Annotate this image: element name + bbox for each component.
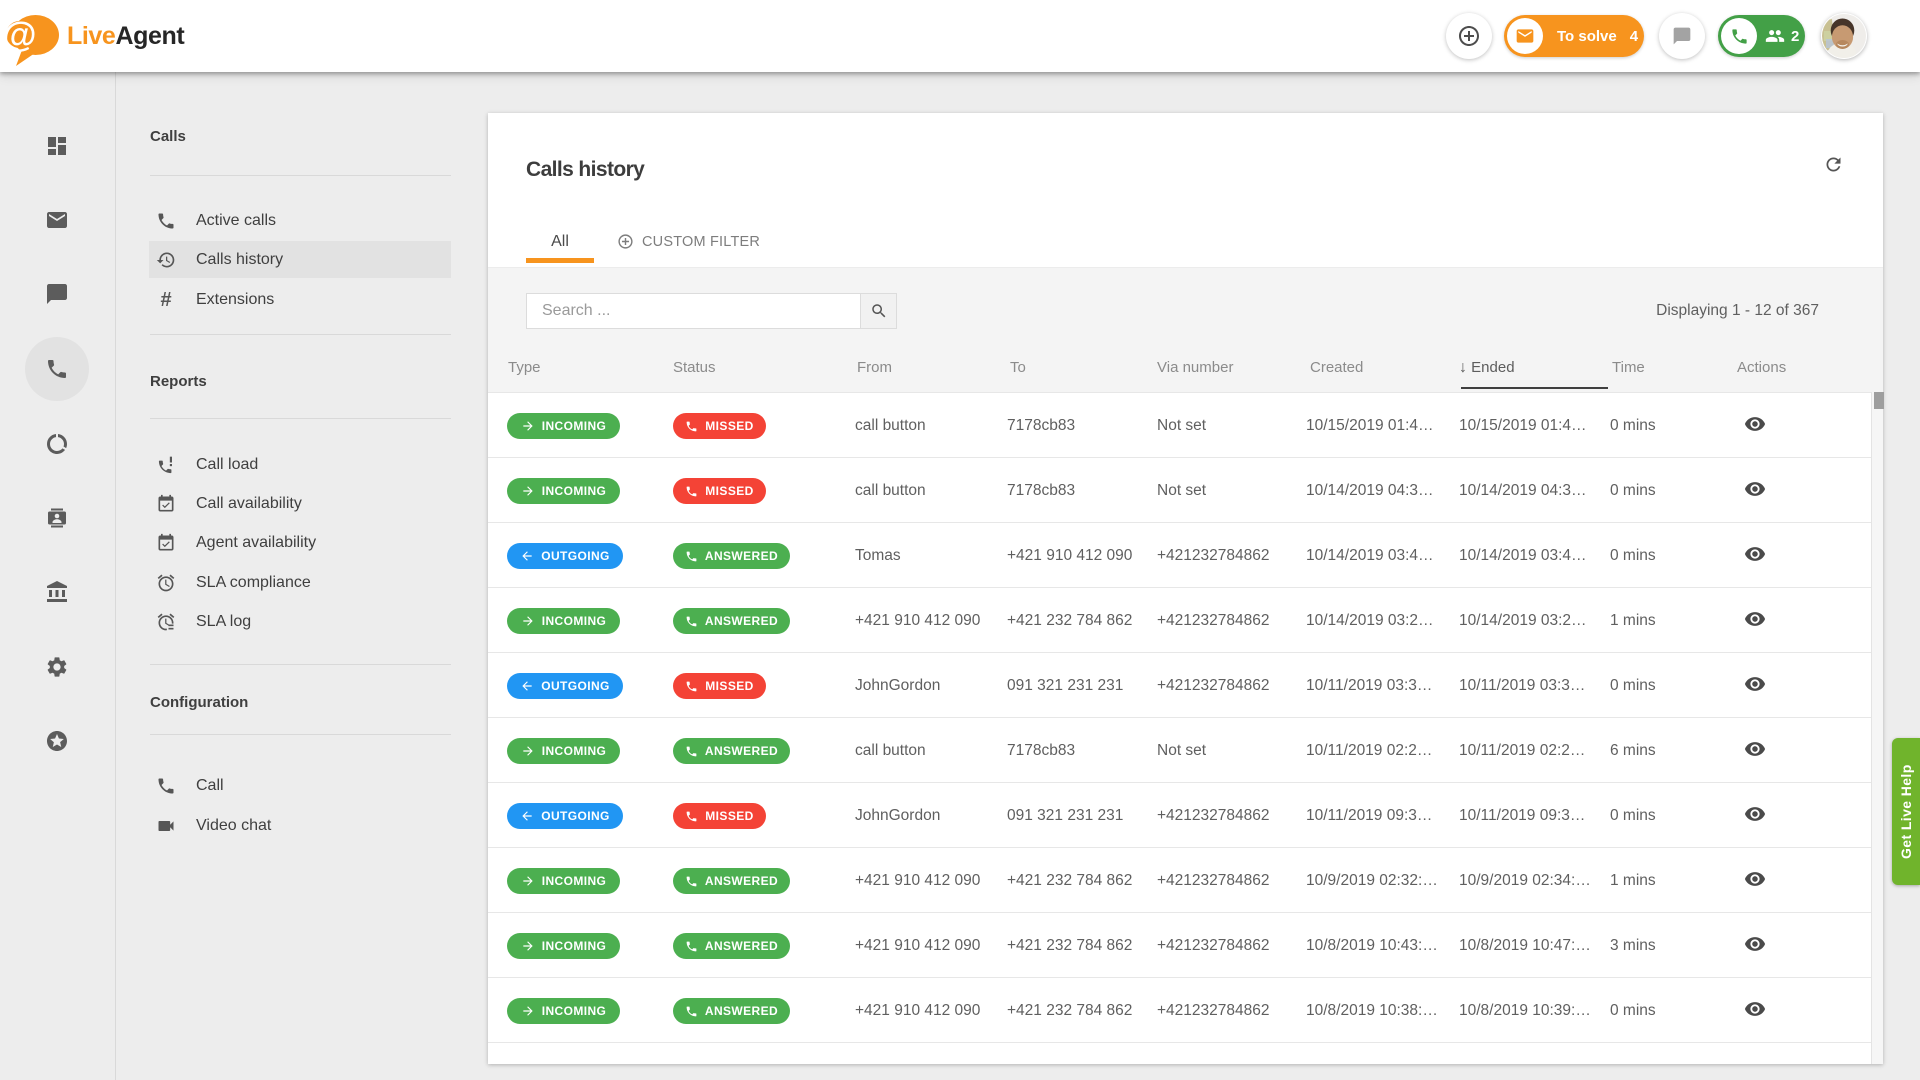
svg-text:@: @ xyxy=(2,16,36,55)
